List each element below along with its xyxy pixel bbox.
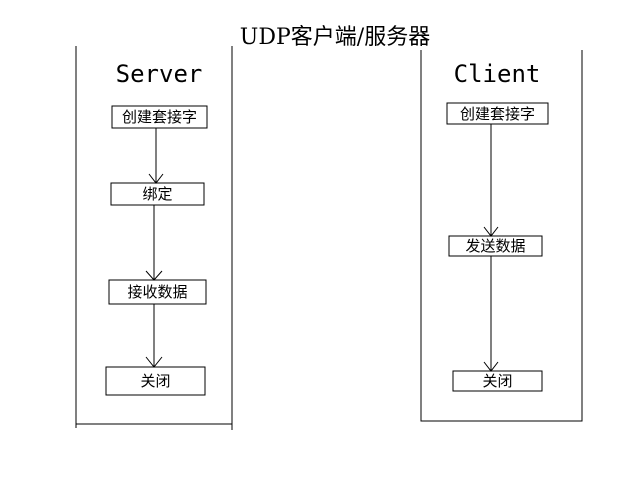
server-arrow-2 xyxy=(145,205,163,281)
client-arrow-1 xyxy=(483,124,499,237)
client-step-close: 关闭 xyxy=(482,372,512,390)
client-step-create-socket: 创建套接字 xyxy=(460,105,535,123)
client-title: Client xyxy=(454,60,541,88)
server-title: Server xyxy=(116,60,203,88)
server-step-bind: 绑定 xyxy=(142,185,172,203)
client-step-send: 发送数据 xyxy=(465,237,525,255)
diagram-title: UDP客户端/服务器 xyxy=(240,25,430,50)
server-step-create-socket: 创建套接字 xyxy=(122,108,197,126)
server-arrow-1 xyxy=(148,128,164,184)
server-step-close: 关闭 xyxy=(140,372,170,390)
client-column: Client 创建套接字 发送数据 关闭 xyxy=(420,50,583,422)
server-arrow-3 xyxy=(145,304,163,368)
server-column: Server 创建套接字 绑定 接收数据 关闭 xyxy=(75,46,233,430)
server-step-receive: 接收数据 xyxy=(127,283,187,301)
udp-flow-diagram: UDP客户端/服务器 Server 创建套接字 绑定 接收数据 关闭 Clien… xyxy=(75,25,583,430)
client-arrow-2 xyxy=(483,256,499,372)
